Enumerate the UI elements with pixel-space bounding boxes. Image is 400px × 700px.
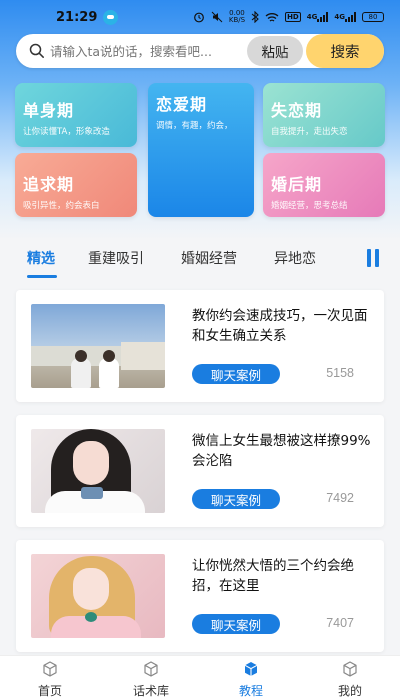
nav-profile[interactable]: 我的 [310, 660, 390, 699]
view-count: 5158 [326, 366, 354, 380]
chat-case-button[interactable]: 聊天案例 [192, 364, 280, 384]
category-desc: 吸引异性，约会表白 [23, 201, 100, 211]
view-count: 7407 [326, 616, 354, 630]
nav-label: 话术库 [132, 684, 169, 698]
search-input[interactable] [50, 43, 250, 59]
network-speed-unit: KB/S [228, 16, 246, 24]
category-desc: 自我提升，走出失恋 [271, 127, 348, 137]
article-card[interactable]: 教你约会速成技巧，一次见面和女生确立关系 聊天案例 5158 [16, 290, 384, 402]
category-title: 失恋期 [271, 101, 323, 120]
tab-menu-icon[interactable] [367, 249, 381, 267]
tab-active-indicator [27, 275, 57, 278]
cube-icon [144, 661, 158, 677]
tab-featured[interactable]: 精选 [27, 248, 55, 268]
hd-icon: HD [285, 12, 301, 22]
article-thumbnail [31, 429, 165, 513]
status-time: 21:29 [56, 9, 98, 25]
article-title: 微信上女生最想被这样撩99%会沦陷 [192, 433, 371, 469]
battery-icon: 80 [362, 12, 384, 22]
nav-label: 教程 [238, 684, 263, 698]
search-button[interactable]: 搜索 [306, 34, 384, 68]
article-title: 教你约会速成技巧，一次见面和女生确立关系 [192, 308, 368, 344]
category-title: 单身期 [23, 101, 75, 120]
tab-marriage[interactable]: 婚姻经营 [181, 248, 237, 268]
article-thumbnail [31, 304, 165, 388]
bluetooth-icon [251, 11, 259, 23]
nav-home[interactable]: 首页 [10, 660, 90, 699]
tab-rebuild-attraction[interactable]: 重建吸引 [88, 248, 144, 268]
category-title: 恋爱期 [156, 95, 208, 114]
cube-icon [43, 661, 57, 677]
article-card[interactable]: 微信上女生最想被这样撩99%会沦陷 聊天案例 7492 [16, 415, 384, 527]
category-love[interactable]: 恋爱期 调情，有趣，约会， [148, 83, 254, 217]
alarm-icon [193, 11, 205, 23]
category-desc: 婚姻经营，思考总结 [271, 201, 348, 211]
signal-2-icon: 4G [334, 12, 356, 22]
category-pursuit[interactable]: 追求期 吸引异性，约会表白 [15, 153, 137, 217]
status-bar: 21:29 0.00 KB/S HD 4G 4G 80 [0, 0, 400, 34]
message-notification-icon [103, 9, 119, 25]
search-bar[interactable]: 粘贴 搜索 [16, 34, 384, 68]
category-married[interactable]: 婚后期 婚姻经营，思考总结 [263, 153, 385, 217]
nav-label: 首页 [37, 684, 62, 698]
cube-icon [244, 662, 258, 676]
category-title: 追求期 [23, 175, 75, 194]
category-breakup[interactable]: 失恋期 自我提升，走出失恋 [263, 83, 385, 147]
article-thumbnail [31, 554, 165, 638]
wifi-icon [265, 12, 279, 23]
signal-label: 4G [306, 13, 318, 21]
paste-button[interactable]: 粘贴 [247, 36, 303, 66]
mute-icon [211, 11, 223, 23]
signal-icon: 4G [307, 12, 329, 22]
network-speed: 0.00 KB/S [229, 10, 245, 24]
view-count: 7492 [326, 491, 354, 505]
tab-bar: 精选 重建吸引 婚姻经营 异地恋 [0, 240, 400, 280]
category-single[interactable]: 单身期 让你读懂TA，形象改造 [15, 83, 137, 147]
bottom-nav: 首页 话术库 教程 我的 [0, 655, 400, 700]
nav-phrase-library[interactable]: 话术库 [111, 660, 191, 699]
category-title: 婚后期 [271, 175, 323, 194]
category-desc: 调情，有趣，约会， [156, 121, 233, 131]
cube-icon [343, 661, 357, 677]
article-card[interactable]: 让你恍然大悟的三个约会绝招，在这里 聊天案例 7407 [16, 540, 384, 652]
tab-long-distance[interactable]: 异地恋 [274, 248, 316, 268]
chat-case-button[interactable]: 聊天案例 [192, 489, 280, 509]
chat-case-button[interactable]: 聊天案例 [192, 614, 280, 634]
nav-label: 我的 [337, 684, 362, 698]
article-title: 让你恍然大悟的三个约会绝招，在这里 [192, 558, 354, 594]
status-icons: 0.00 KB/S HD 4G 4G 80 [193, 10, 384, 24]
nav-tutorial[interactable]: 教程 [211, 660, 291, 699]
category-desc: 让你读懂TA，形象改造 [23, 127, 110, 137]
signal-2-label: 4G [334, 13, 345, 21]
search-icon [29, 43, 44, 58]
